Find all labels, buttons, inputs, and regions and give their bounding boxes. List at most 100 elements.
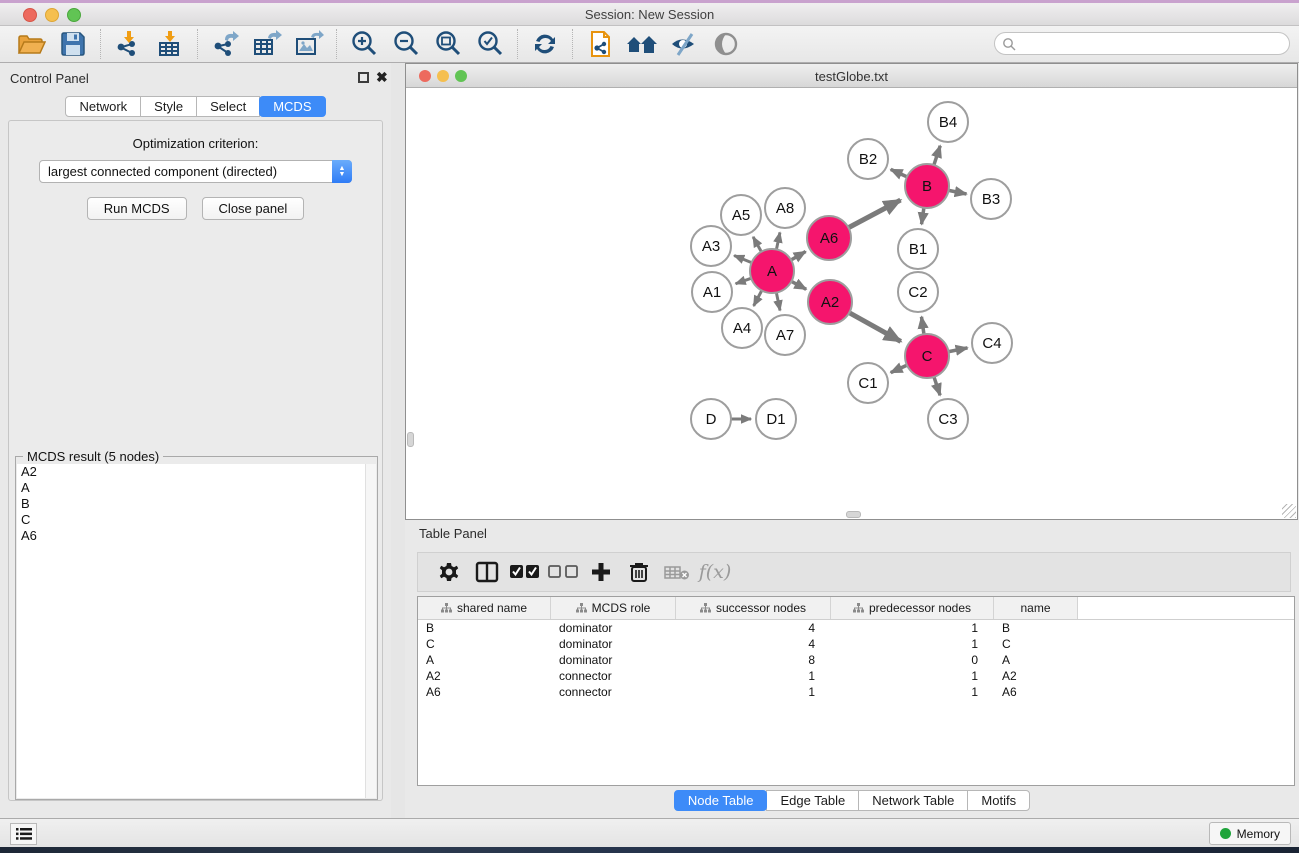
table-row[interactable]: Adominator80A bbox=[418, 652, 1294, 668]
search-input[interactable] bbox=[994, 32, 1290, 55]
graph-node-A6[interactable]: A6 bbox=[807, 216, 851, 260]
graph-node-A7[interactable]: A7 bbox=[765, 315, 805, 355]
column-header-MCDS-role[interactable]: MCDS role bbox=[551, 597, 676, 619]
graph-node-D1[interactable]: D1 bbox=[756, 399, 796, 439]
table-row[interactable]: A2connector11A2 bbox=[418, 668, 1294, 684]
deselect-all-rows-icon[interactable] bbox=[544, 557, 582, 587]
zoom-out-icon[interactable] bbox=[385, 28, 427, 60]
float-panel-icon[interactable] bbox=[358, 72, 369, 83]
criterion-dropdown[interactable]: largest connected component (directed) ▲… bbox=[39, 160, 352, 183]
table-cell: 4 bbox=[676, 636, 831, 652]
graph-node-D[interactable]: D bbox=[691, 399, 731, 439]
tab-style[interactable]: Style bbox=[140, 96, 197, 117]
graph-node-C[interactable]: C bbox=[905, 334, 949, 378]
graph-node-A2[interactable]: A2 bbox=[808, 280, 852, 324]
graph-node-C2[interactable]: C2 bbox=[898, 272, 938, 312]
network-horizontal-scrollbar[interactable] bbox=[846, 511, 861, 518]
open-session-icon[interactable] bbox=[10, 28, 52, 60]
save-session-icon[interactable] bbox=[52, 28, 94, 60]
sort-column-icon bbox=[441, 603, 452, 613]
table-settings-icon[interactable] bbox=[430, 557, 468, 587]
clone-network-icon[interactable] bbox=[579, 28, 621, 60]
zoom-selected-icon[interactable] bbox=[469, 28, 511, 60]
table-cell: A6 bbox=[418, 684, 551, 700]
network-vertical-scrollbar[interactable] bbox=[407, 432, 414, 447]
svg-text:C2: C2 bbox=[908, 284, 927, 301]
graph-node-C4[interactable]: C4 bbox=[972, 323, 1012, 363]
mcds-result-item[interactable]: A2 bbox=[17, 464, 376, 480]
graph-node-A[interactable]: A bbox=[750, 249, 794, 293]
panel-splitter[interactable] bbox=[391, 63, 405, 818]
tab-edge-table[interactable]: Edge Table bbox=[766, 790, 859, 811]
tab-select[interactable]: Select bbox=[196, 96, 260, 117]
mcds-result-list[interactable]: A2ABCA6 bbox=[17, 464, 376, 798]
zoom-in-icon[interactable] bbox=[343, 28, 385, 60]
task-history-button[interactable] bbox=[10, 823, 37, 845]
import-network-icon[interactable] bbox=[107, 28, 149, 60]
graph-node-A3[interactable]: A3 bbox=[691, 226, 731, 266]
graph-node-B2[interactable]: B2 bbox=[848, 139, 888, 179]
graph-node-B3[interactable]: B3 bbox=[971, 179, 1011, 219]
zoom-fit-icon[interactable] bbox=[427, 28, 469, 60]
mcds-result-group: MCDS result (5 nodes) A2ABCA6 bbox=[15, 456, 378, 800]
show-all-networks-icon[interactable] bbox=[621, 28, 663, 60]
network-window-titlebar[interactable]: testGlobe.txt bbox=[406, 64, 1297, 88]
close-panel-button[interactable]: Close panel bbox=[202, 197, 305, 220]
refresh-layout-icon[interactable] bbox=[524, 28, 566, 60]
memory-label: Memory bbox=[1237, 827, 1280, 841]
svg-text:A8: A8 bbox=[776, 200, 794, 217]
apply-function-icon[interactable]: f(x) bbox=[696, 557, 734, 587]
run-mcds-button[interactable]: Run MCDS bbox=[87, 197, 187, 220]
column-header-name[interactable]: name bbox=[994, 597, 1078, 619]
control-panel-tabs: NetworkStyleSelectMCDS bbox=[0, 96, 391, 117]
select-all-rows-icon[interactable] bbox=[506, 557, 544, 587]
sort-column-icon bbox=[700, 603, 711, 613]
table-cell: 1 bbox=[676, 684, 831, 700]
hide-network-icon[interactable] bbox=[663, 28, 705, 60]
table-row[interactable]: Bdominator41B bbox=[418, 620, 1294, 636]
tab-node-table[interactable]: Node Table bbox=[674, 790, 768, 811]
table-row[interactable]: Cdominator41C bbox=[418, 636, 1294, 652]
delete-table-icon[interactable] bbox=[658, 557, 696, 587]
export-table-icon[interactable] bbox=[246, 28, 288, 60]
split-columns-icon[interactable] bbox=[468, 557, 506, 587]
show-view-icon[interactable] bbox=[705, 28, 747, 60]
close-panel-icon[interactable]: ✖ bbox=[376, 69, 388, 86]
network-graph[interactable]: B4 B2 B B3 A8 A5 A6 A3 B1 A A1 C2 A2 A4A7 C4 C C1 C3 D D1 bbox=[406, 89, 1297, 519]
add-column-icon[interactable] bbox=[582, 557, 620, 587]
mcds-result-item[interactable]: A bbox=[17, 480, 376, 496]
tab-motifs[interactable]: Motifs bbox=[967, 790, 1030, 811]
tab-network[interactable]: Network bbox=[65, 96, 141, 117]
window-resize-grip[interactable] bbox=[1282, 504, 1296, 518]
mcds-result-item[interactable]: C bbox=[17, 512, 376, 528]
delete-column-icon[interactable] bbox=[620, 557, 658, 587]
svg-text:B1: B1 bbox=[909, 241, 927, 258]
tab-network-table[interactable]: Network Table bbox=[858, 790, 968, 811]
column-header-successor-nodes[interactable]: successor nodes bbox=[676, 597, 831, 619]
graph-node-B[interactable]: B bbox=[905, 164, 949, 208]
memory-button[interactable]: Memory bbox=[1209, 822, 1291, 845]
graph-node-A1[interactable]: A1 bbox=[692, 272, 732, 312]
column-header-shared-name[interactable]: shared name bbox=[418, 597, 551, 619]
column-header-predecessor-nodes[interactable]: predecessor nodes bbox=[831, 597, 994, 619]
mcds-result-item[interactable]: B bbox=[17, 496, 376, 512]
tab-mcds[interactable]: MCDS bbox=[259, 96, 325, 117]
graph-node-C1[interactable]: C1 bbox=[848, 363, 888, 403]
export-network-icon[interactable] bbox=[204, 28, 246, 60]
graph-node-B4[interactable]: B4 bbox=[928, 102, 968, 142]
mcds-result-item[interactable]: A6 bbox=[17, 528, 376, 544]
export-image-icon[interactable] bbox=[288, 28, 330, 60]
graph-node-A8[interactable]: A8 bbox=[765, 188, 805, 228]
graph-node-A4[interactable]: A4 bbox=[722, 308, 762, 348]
graph-node-C3[interactable]: C3 bbox=[928, 399, 968, 439]
network-canvas[interactable]: B4 B2 B B3 A8 A5 A6 A3 B1 A A1 C2 A2 A4A7 C4 C C1 C3 D D1 bbox=[406, 89, 1297, 519]
svg-text:A6: A6 bbox=[820, 230, 838, 247]
svg-text:B2: B2 bbox=[859, 151, 877, 168]
graph-node-B1[interactable]: B1 bbox=[898, 229, 938, 269]
import-table-icon[interactable] bbox=[149, 28, 191, 60]
table-cell: A2 bbox=[994, 668, 1078, 684]
node-table[interactable]: shared nameMCDS rolesuccessor nodesprede… bbox=[417, 596, 1295, 786]
result-list-scrollbar[interactable] bbox=[365, 464, 376, 798]
graph-node-A5[interactable]: A5 bbox=[721, 195, 761, 235]
table-row[interactable]: A6connector11A6 bbox=[418, 684, 1294, 700]
